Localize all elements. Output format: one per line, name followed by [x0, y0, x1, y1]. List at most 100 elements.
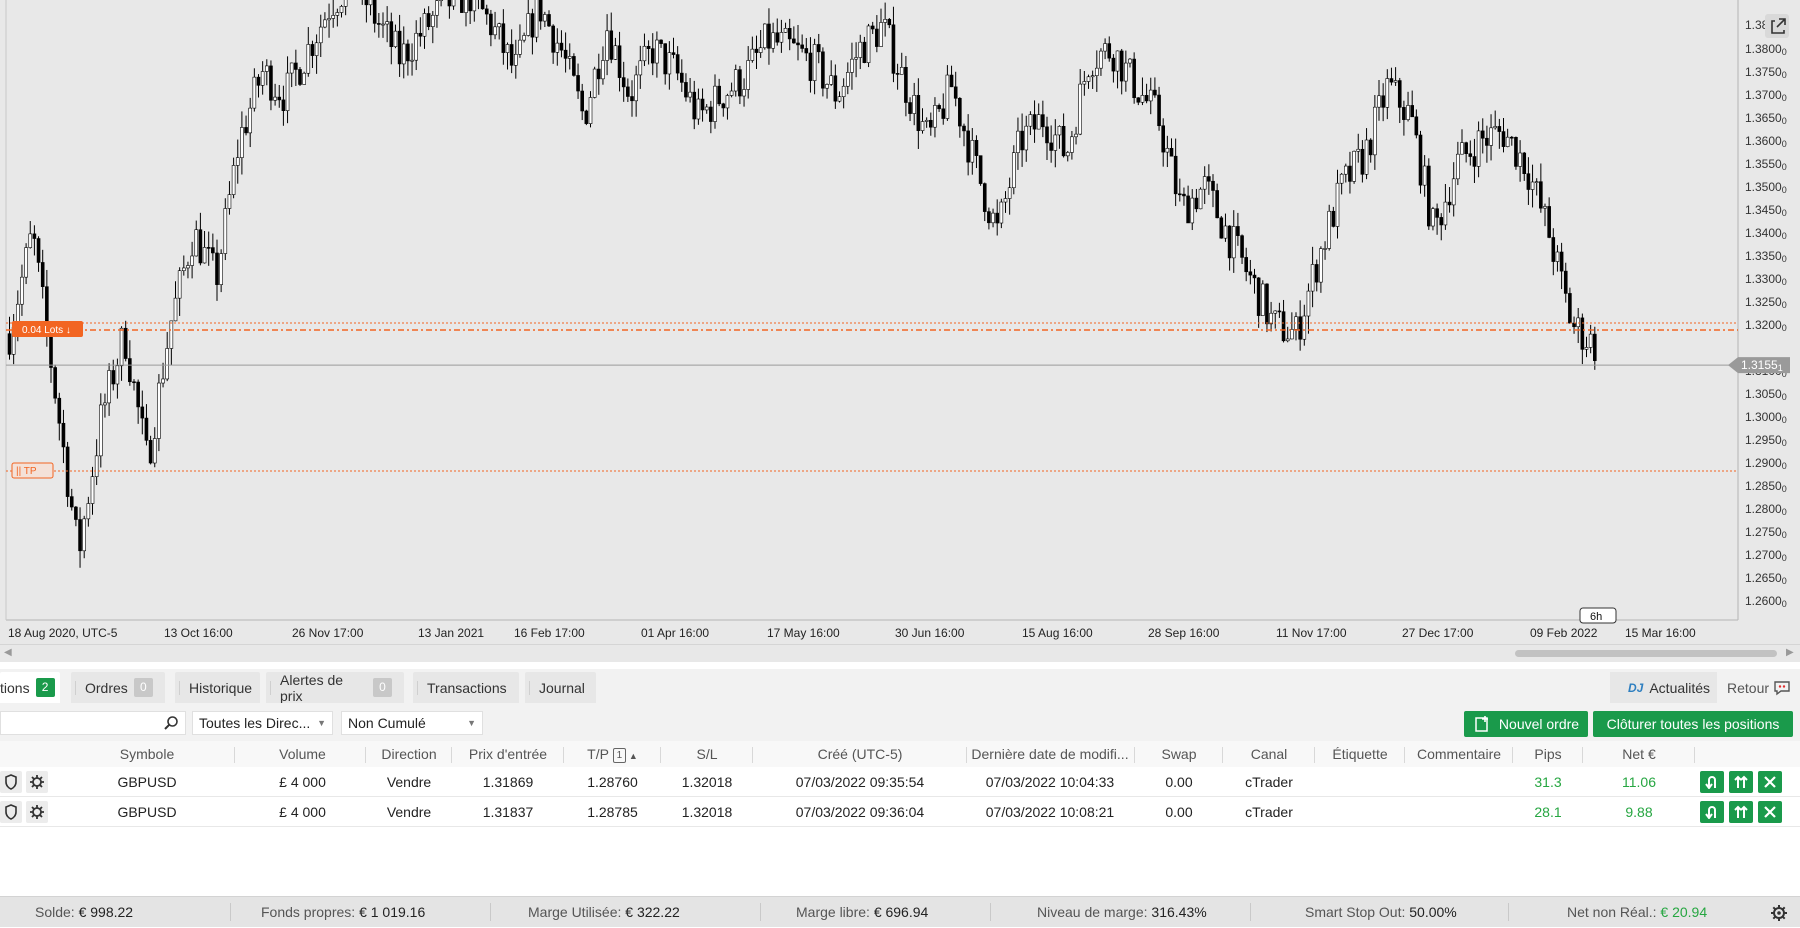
scroll-thumb[interactable] — [1515, 650, 1777, 657]
position-settings-gear-icon[interactable] — [26, 771, 48, 793]
candle — [1153, 89, 1157, 96]
candle — [406, 43, 410, 62]
tab-price-alerts[interactable]: Alertes de prix 0 — [266, 672, 404, 704]
close-all-positions-button[interactable]: Clôturer toutes les positions — [1593, 711, 1793, 737]
double-position-button[interactable] — [1729, 771, 1753, 793]
candle — [1393, 80, 1398, 83]
candle — [40, 262, 45, 287]
search-icon[interactable] — [163, 715, 179, 731]
tab-journal-label: Journal — [539, 679, 585, 696]
candle — [1273, 310, 1278, 314]
col-direction[interactable]: Direction — [367, 741, 451, 767]
candle — [115, 365, 120, 385]
candle — [1352, 150, 1356, 182]
protection-shield-icon[interactable] — [0, 801, 22, 823]
col-pips[interactable]: Pips — [1514, 741, 1582, 767]
candle — [522, 35, 526, 41]
candle — [364, 0, 369, 6]
candle — [567, 56, 572, 59]
candle — [729, 90, 734, 96]
col-tp-label: T/P — [587, 746, 609, 762]
candle — [696, 98, 701, 120]
table-row[interactable]: GBPUSD £ 4 000 Vendre 1.31869 1.28760 1.32018… — [0, 767, 1800, 797]
price-chart[interactable]: 1.3801.380001.375001.370001.365001.36000… — [0, 0, 1800, 662]
tab-transactions[interactable]: Transactions — [413, 672, 519, 703]
search-input[interactable] — [0, 711, 186, 735]
col-label[interactable]: Étiquette — [1316, 741, 1404, 767]
col-channel[interactable]: Canal — [1224, 741, 1314, 767]
chart-horizontal-scrollbar[interactable]: ◀ ▶ — [0, 644, 1800, 662]
close-position-button[interactable] — [1758, 771, 1782, 793]
tab-orders-label: Ordres — [85, 679, 128, 696]
candle — [1024, 125, 1029, 151]
candle — [1493, 126, 1497, 129]
tab-journal[interactable]: Journal — [525, 672, 596, 703]
candle — [592, 68, 597, 98]
col-entry-price[interactable]: Prix d'entrée — [453, 741, 563, 767]
tab-history[interactable]: Historique — [175, 672, 260, 703]
candle — [1414, 116, 1419, 136]
settings-gear-icon[interactable] — [1770, 904, 1788, 922]
reverse-position-button[interactable] — [1700, 771, 1724, 793]
col-symbol[interactable]: Symbole — [92, 741, 202, 767]
cell-swap: 0.00 — [1165, 774, 1193, 790]
feedback-button[interactable]: Retour — [1727, 672, 1791, 703]
position-settings-gear-icon[interactable] — [26, 801, 48, 823]
col-net[interactable]: Net € — [1584, 741, 1694, 767]
candle — [713, 85, 717, 122]
candle — [534, 0, 539, 38]
scroll-right-icon[interactable]: ▶ — [1786, 647, 1794, 658]
candle — [538, 0, 543, 22]
col-created[interactable]: Créé (UTC-5) — [754, 741, 966, 767]
candle — [447, 0, 452, 7]
candle — [771, 32, 775, 49]
scroll-left-icon[interactable]: ◀ — [4, 647, 12, 658]
candle — [464, 0, 468, 13]
col-tp[interactable]: T/P 1 ▲ — [565, 741, 660, 767]
col-modified[interactable]: Dernière date de modifi... — [966, 741, 1134, 767]
new-order-button[interactable]: Nouvel ordre — [1464, 711, 1588, 737]
cumul-filter-select[interactable]: Non Cumulé ▼ — [341, 711, 483, 735]
candle — [1319, 248, 1323, 283]
col-swap[interactable]: Swap — [1136, 741, 1222, 767]
tab-positions[interactable]: tions 2 — [0, 672, 60, 703]
candle — [1173, 155, 1178, 195]
cell-net: 9.88 — [1625, 804, 1653, 820]
protection-shield-icon[interactable] — [0, 771, 22, 793]
chart-canvas[interactable]: 1.3801.380001.375001.370001.365001.36000… — [0, 0, 1800, 644]
candle — [530, 13, 535, 38]
candle — [1551, 237, 1556, 262]
col-comment[interactable]: Commentaire — [1406, 741, 1512, 767]
candle — [285, 72, 290, 111]
candle — [513, 53, 518, 66]
col-sl[interactable]: S/L — [662, 741, 752, 767]
col-volume[interactable]: Volume — [240, 741, 365, 767]
candle — [750, 48, 755, 61]
candle — [505, 44, 510, 53]
candle — [1074, 133, 1078, 138]
table-row[interactable]: GBPUSD £ 4 000 Vendre 1.31837 1.28785 1.32018… — [0, 797, 1800, 827]
tab-news[interactable]: DJ Actualités — [1610, 672, 1717, 703]
candle — [377, 23, 381, 25]
candle — [202, 247, 207, 264]
direction-filter-select[interactable]: Toutes les Direc... ▼ — [192, 711, 333, 735]
time-tick-label: 27 Dec 17:00 — [1402, 626, 1474, 640]
cell-pips: 28.1 — [1534, 804, 1562, 820]
candle — [1402, 107, 1406, 120]
tab-orders[interactable]: Ordres 0 — [71, 672, 165, 703]
candle — [675, 54, 680, 74]
candle — [190, 255, 194, 266]
candle — [630, 96, 634, 102]
candle — [61, 422, 66, 448]
equity-value: € 1 019.16 — [359, 904, 426, 920]
candle — [1285, 338, 1290, 342]
candle — [1530, 181, 1535, 190]
double-position-button[interactable] — [1729, 801, 1753, 823]
close-position-button[interactable] — [1758, 801, 1782, 823]
candle — [1070, 136, 1074, 153]
candle — [1547, 206, 1551, 238]
smart-stop-out: Smart Stop Out: 50.00% — [1305, 897, 1457, 928]
candle — [1406, 105, 1410, 120]
reverse-position-button[interactable] — [1700, 801, 1724, 823]
candle — [758, 47, 763, 53]
